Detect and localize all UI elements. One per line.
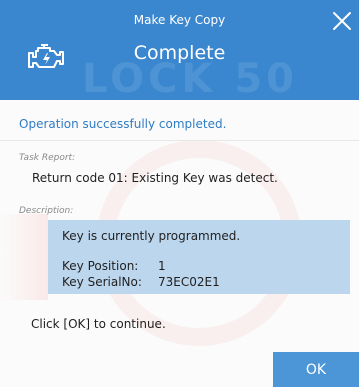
continue-instruction: Click [OK] to continue.	[31, 317, 166, 331]
key-position-label: Key Position:	[62, 259, 139, 273]
key-serial-label: Key SerialNo:	[62, 275, 142, 289]
make-key-copy-dialog: LOCK 50 Make Key Copy Complete Operation…	[0, 0, 359, 387]
task-report-label: Task Report:	[19, 153, 76, 163]
ok-button[interactable]: OK	[273, 352, 359, 387]
status-highlight: successfully completed.	[82, 117, 227, 131]
divider	[0, 140, 359, 141]
key-position-row: Key Position: 1	[62, 259, 166, 273]
status-message: Operation successfully completed.	[19, 117, 226, 131]
engine-check-icon	[28, 44, 64, 68]
dialog-title: Make Key Copy	[133, 13, 226, 27]
description-text: Key is currently programmed.	[62, 229, 241, 243]
status-prefix: Operation	[19, 117, 83, 131]
description-accent	[0, 214, 48, 300]
dialog-header: LOCK 50 Make Key Copy Complete	[0, 0, 359, 102]
key-position-value: 1	[158, 259, 166, 273]
key-serial-value: 73EC02E1	[158, 275, 220, 289]
close-icon[interactable]	[331, 10, 353, 32]
key-serial-row: Key SerialNo: 73EC02E1	[62, 275, 220, 289]
task-report-value: Return code 01: Existing Key was detect.	[32, 171, 278, 185]
description-box: Key is currently programmed. Key Positio…	[48, 220, 350, 294]
